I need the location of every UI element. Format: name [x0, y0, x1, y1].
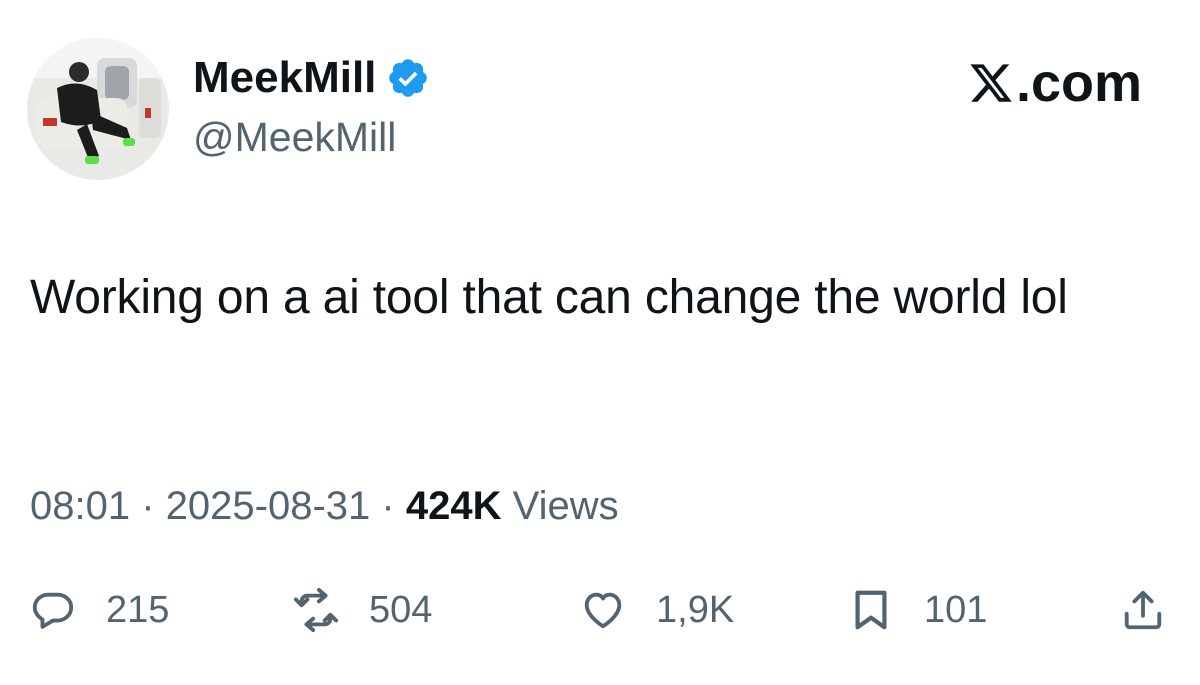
views-count: 424K [405, 484, 502, 528]
views-label: Views [512, 484, 619, 528]
like-button[interactable]: 1,9K [580, 582, 734, 638]
reply-button[interactable]: 215 [30, 582, 169, 638]
like-count: 1,9K [656, 589, 735, 631]
tweet-meta: 08:01 · 2025-08-31 · 424K Views [30, 482, 619, 530]
tweet-text: Working on a ai tool that can change the… [30, 271, 1068, 324]
tweet-date[interactable]: 2025-08-31 [166, 484, 371, 528]
display-name[interactable]: MeekMill [193, 52, 430, 104]
brand-text: .com [1015, 53, 1142, 113]
repost-count: 504 [369, 589, 433, 631]
tweet-time[interactable]: 08:01 [30, 484, 130, 528]
bookmark-button[interactable]: 101 [848, 582, 987, 638]
heart-icon [584, 592, 622, 629]
bookmark-icon [855, 590, 887, 630]
verified-badge-icon [386, 56, 430, 100]
repost-icon [293, 587, 339, 633]
display-name-text: MeekMill [193, 53, 377, 102]
share-icon [1124, 590, 1162, 630]
reply-count: 215 [106, 589, 170, 631]
meta-separator: · [141, 484, 155, 528]
meta-separator: · [381, 484, 395, 528]
share-button[interactable] [1120, 582, 1166, 638]
user-handle[interactable]: @MeekMill [193, 113, 396, 161]
avatar[interactable] [27, 38, 169, 180]
action-bar: 215 504 1,9K 101 [0, 582, 1200, 638]
reply-icon [32, 592, 74, 629]
x-logo-icon [970, 64, 1012, 102]
bookmark-count: 101 [924, 589, 988, 631]
repost-button[interactable]: 504 [293, 582, 432, 638]
brand-label: .com [968, 52, 1142, 114]
avatar-image [27, 38, 169, 180]
